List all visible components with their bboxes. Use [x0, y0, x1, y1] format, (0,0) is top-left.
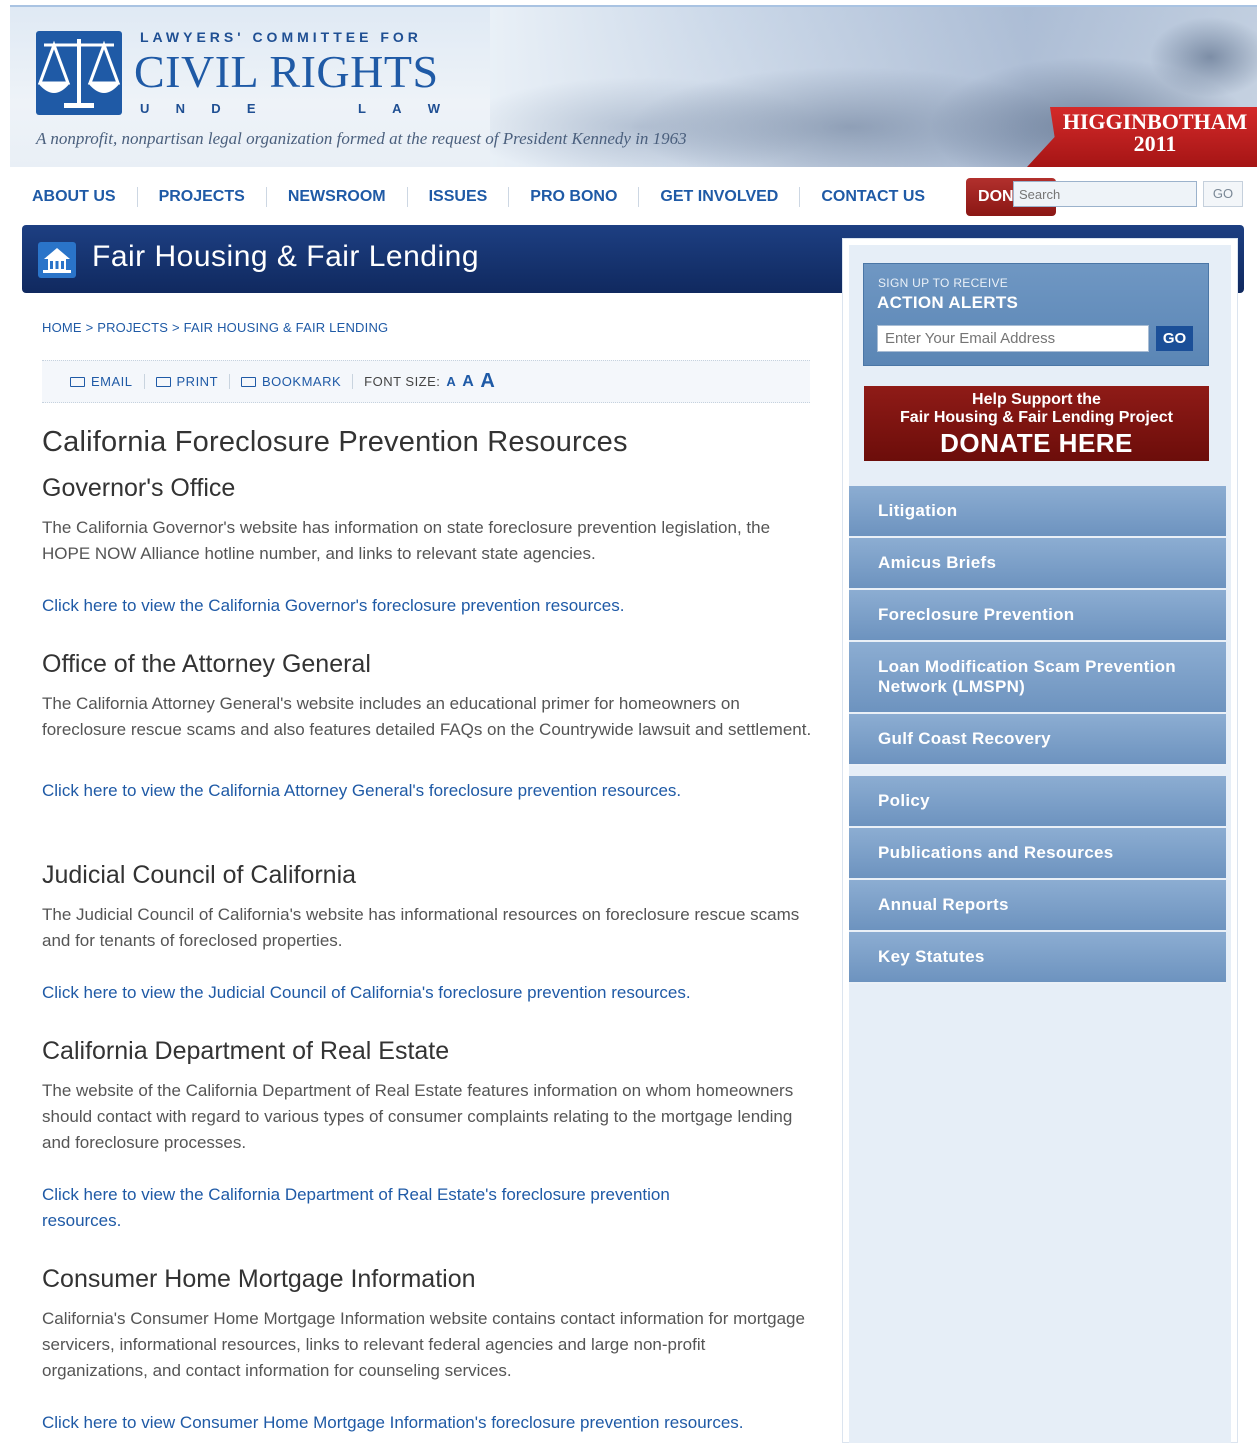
logo-letter: U: [140, 101, 150, 116]
section-link[interactable]: Click here to view the California Depart…: [42, 1182, 742, 1234]
alert-big-text: ACTION ALERTS: [877, 293, 1019, 312]
section-body: The California Governor's website has in…: [42, 518, 771, 563]
nav-newsroom[interactable]: NEWSROOM: [267, 187, 408, 207]
font-size-large[interactable]: A: [480, 370, 495, 393]
action-alerts-box: SIGN UP TO RECEIVE ACTION ALERTS GO: [863, 263, 1209, 366]
section-link[interactable]: Click here to view the California Govern…: [42, 593, 812, 619]
sidebar-item-policy[interactable]: Policy: [849, 776, 1226, 828]
donate-line-3: DONATE HERE: [940, 428, 1133, 458]
bookmark-icon: [241, 376, 257, 387]
sidebar-item-litigation[interactable]: Litigation: [849, 486, 1226, 538]
banner-line-2: 2011: [1133, 131, 1177, 156]
font-size-small[interactable]: A: [446, 374, 456, 389]
banner-line-1: HIGGINBOTHAM: [1062, 109, 1248, 134]
email-tool[interactable]: EMAIL: [59, 374, 145, 389]
nav-about-us[interactable]: ABOUT US: [22, 187, 138, 207]
section-judicial-council: Judicial Council of California The Judic…: [42, 861, 812, 1006]
logo-top-text: LAWYERS' COMMITTEE FOR: [140, 29, 422, 45]
sidebar-menu: Litigation Amicus Briefs Foreclosure Pre…: [849, 486, 1226, 984]
logo-letter: N: [175, 101, 185, 116]
section-heading: California Department of Real Estate: [42, 1037, 450, 1065]
house-icon: [38, 242, 76, 278]
article-toolbar: EMAIL PRINT BOOKMARK FONT SIZE: A A A: [42, 360, 810, 403]
main-content: HOME > PROJECTS > FAIR HOUSING & FAIR LE…: [42, 320, 812, 1432]
donate-line-2: Fair Housing & Fair Lending Project: [900, 409, 1173, 426]
site-header: LAWYERS' COMMITTEE FOR CIVIL RIGHTS U N …: [10, 5, 1257, 167]
banner-text[interactable]: HIGGINBOTHAM 2011: [1055, 111, 1255, 155]
sidebar-item-annual-reports[interactable]: Annual Reports: [849, 880, 1226, 932]
section-department-real-estate: California Department of Real Estate The…: [42, 1037, 812, 1234]
alert-small-text: SIGN UP TO RECEIVE: [878, 276, 1009, 290]
bookmark-tool[interactable]: BOOKMARK: [230, 374, 354, 389]
section-link[interactable]: Click here to view the Judicial Council …: [42, 980, 812, 1006]
section-body: The California Attorney General's websit…: [42, 694, 812, 739]
sidebar-menu-gap: [849, 766, 1226, 776]
logo-letter: E: [246, 101, 256, 116]
sidebar-item-publications[interactable]: Publications and Resources: [849, 828, 1226, 880]
alert-go-button[interactable]: GO: [1156, 326, 1193, 351]
font-size-tool: FONT SIZE: A A A: [353, 370, 506, 393]
section-link[interactable]: Click here to view the California Attorn…: [42, 778, 812, 804]
alert-email-input[interactable]: [877, 325, 1149, 352]
print-tool[interactable]: PRINT: [145, 374, 231, 389]
sidebar-item-key-statutes[interactable]: Key Statutes: [849, 932, 1226, 984]
section-consumer-home-mortgage: Consumer Home Mortgage Information Calif…: [42, 1265, 812, 1436]
donate-here-button[interactable]: Help Support the Fair Housing & Fair Len…: [864, 386, 1209, 461]
section-heading: Governor's Office: [42, 474, 236, 502]
email-label: EMAIL: [91, 374, 133, 389]
print-icon: [155, 376, 171, 387]
section-governors-office: Governor's Office The California Governo…: [42, 474, 812, 619]
logo-under-law: U N D E L A W: [140, 101, 440, 116]
email-icon: [70, 376, 85, 387]
search-input[interactable]: [1013, 181, 1197, 207]
nav-issues[interactable]: ISSUES: [408, 187, 510, 207]
sidebar-item-foreclosure-prevention[interactable]: Foreclosure Prevention: [849, 590, 1226, 642]
logo-letter: D: [211, 101, 221, 116]
font-size-medium[interactable]: A: [462, 373, 474, 391]
main-nav: ABOUT US PROJECTS NEWSROOM ISSUES PRO BO…: [22, 175, 1247, 219]
nav-projects[interactable]: PROJECTS: [138, 187, 267, 207]
logo-letter: A: [392, 101, 402, 116]
nav-contact-us[interactable]: CONTACT US: [800, 187, 946, 207]
logo-main-text[interactable]: CIVIL RIGHTS: [134, 45, 439, 98]
section-body: The website of the California Department…: [42, 1081, 794, 1152]
page-title: Fair Housing & Fair Lending: [92, 240, 480, 273]
section-heading: Office of the Attorney General: [42, 650, 371, 678]
sidebar-item-amicus-briefs[interactable]: Amicus Briefs: [849, 538, 1226, 590]
section-body: California's Consumer Home Mortgage Info…: [42, 1309, 805, 1380]
section-body: The Judicial Council of California's web…: [42, 905, 800, 950]
article-title: California Foreclosure Prevention Resour…: [42, 426, 628, 458]
section-link[interactable]: Click here to view Consumer Home Mortgag…: [42, 1410, 812, 1436]
sidebar-item-gulf-coast-recovery[interactable]: Gulf Coast Recovery: [849, 714, 1226, 766]
logo-spacer: [282, 101, 332, 116]
logo-letter: W: [427, 101, 440, 116]
nav-pro-bono[interactable]: PRO BONO: [509, 187, 640, 207]
bookmark-label: BOOKMARK: [262, 374, 342, 389]
scales-logo-icon[interactable]: [36, 31, 122, 115]
search-go-button[interactable]: GO: [1203, 181, 1243, 207]
donate-line-1: Help Support the: [972, 391, 1101, 408]
nav-get-involved[interactable]: GET INVOLVED: [639, 187, 801, 207]
section-heading: Judicial Council of California: [42, 861, 357, 889]
tagline: A nonprofit, nonpartisan legal organizat…: [36, 129, 687, 148]
section-heading: Consumer Home Mortgage Information: [42, 1265, 476, 1293]
print-label: PRINT: [176, 374, 219, 389]
sidebar-item-lmspn[interactable]: Loan Modification Scam Prevention Networ…: [849, 642, 1226, 714]
font-size-label: FONT SIZE:: [364, 374, 441, 389]
logo-letter: L: [357, 101, 366, 116]
breadcrumb[interactable]: HOME > PROJECTS > FAIR HOUSING & FAIR LE…: [42, 320, 812, 335]
section-attorney-general: Office of the Attorney General The Calif…: [42, 650, 812, 804]
